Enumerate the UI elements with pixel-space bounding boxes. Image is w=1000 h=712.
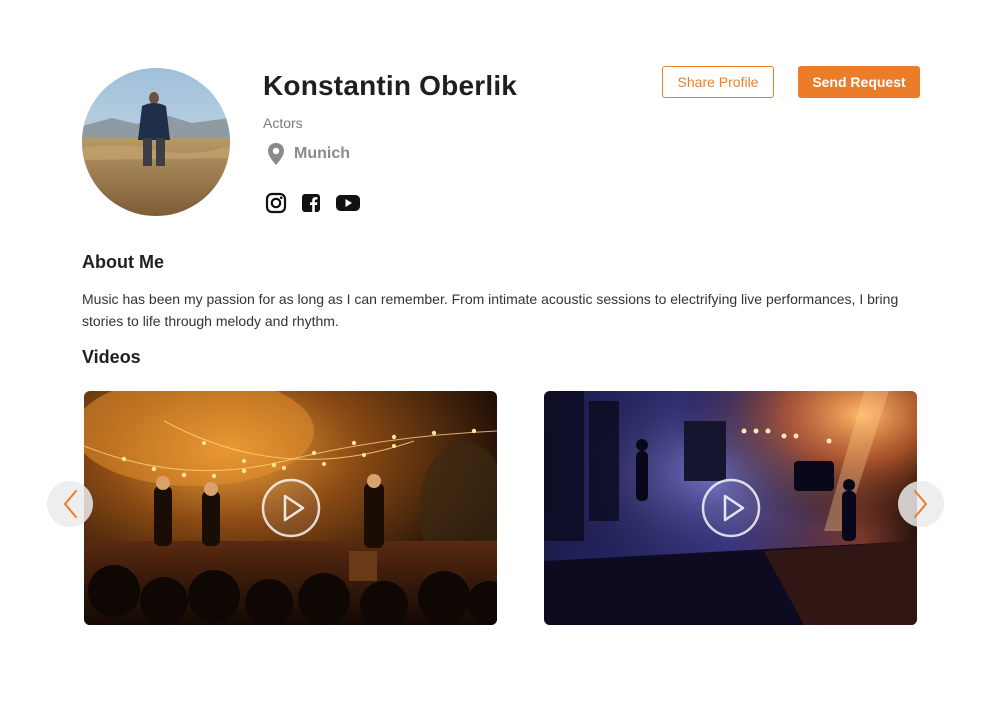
play-button[interactable]	[701, 478, 761, 538]
share-profile-button[interactable]: Share Profile	[662, 66, 774, 98]
play-button[interactable]	[261, 478, 321, 538]
send-request-button[interactable]: Send Request	[798, 66, 920, 98]
social-links	[265, 192, 361, 214]
location-pin-icon	[268, 143, 284, 165]
about-me-text: Music has been my passion for as long as…	[82, 291, 899, 329]
video-thumbnail-outdoor-concert[interactable]	[84, 391, 497, 625]
facebook-icon[interactable]	[301, 193, 321, 213]
profile-role: Actors	[263, 115, 303, 131]
play-icon	[701, 478, 760, 538]
play-icon	[261, 478, 320, 538]
instagram-icon[interactable]	[265, 192, 287, 214]
about-me-heading: About Me	[82, 252, 164, 272]
video-thumbnail-stage-concert[interactable]	[544, 391, 917, 625]
youtube-icon[interactable]	[335, 193, 361, 213]
profile-location: Munich	[266, 142, 350, 166]
carousel-next-button[interactable]	[898, 481, 944, 527]
profile-name: Konstantin Oberlik	[263, 70, 518, 101]
profile-avatar	[82, 68, 230, 216]
location-label: Munich	[294, 145, 350, 162]
videos-heading: Videos	[82, 347, 141, 367]
chevron-right-icon	[914, 490, 927, 518]
carousel-prev-button[interactable]	[47, 481, 93, 527]
chevron-left-icon	[64, 490, 77, 518]
